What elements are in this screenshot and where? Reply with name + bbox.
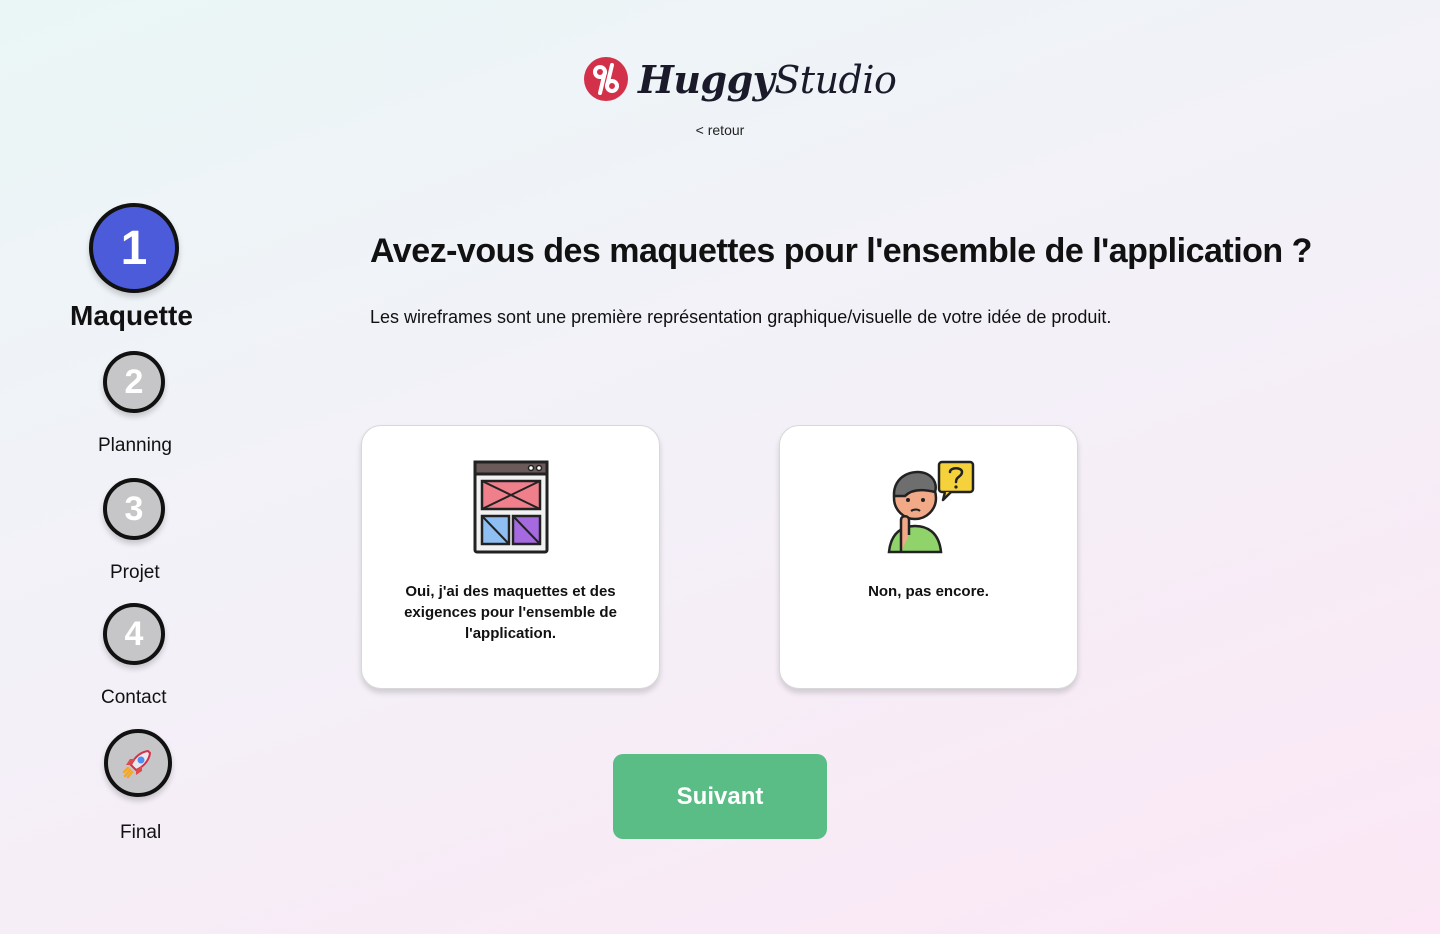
back-link[interactable]: < retour [0, 122, 1440, 138]
step-label-maquette: Maquette [70, 300, 193, 331]
option-card-yes[interactable]: Oui, j'ai des maquettes et des exigences… [361, 425, 660, 689]
logo-text-light: Studio [774, 57, 897, 102]
logo-text-bold: Huggy [638, 56, 775, 102]
step-number-2: 2 [103, 351, 165, 413]
rocket-icon [122, 749, 152, 779]
logo-text: HuggyStudio [638, 56, 897, 102]
next-button[interactable]: Suivant [613, 754, 827, 839]
question-title: Avez-vous des maquettes pour l'ensemble … [370, 232, 1312, 270]
logo-mark-icon [584, 57, 628, 101]
step-planning[interactable]: 2 [103, 351, 165, 413]
logo: HuggyStudio [584, 52, 897, 106]
step-label-final: Final [120, 822, 162, 843]
option-text-no: Non, pas encore. [868, 583, 989, 600]
step-label-projet: Projet [110, 562, 160, 583]
option-text-yes: Oui, j'ai des maquettes et des exigences… [404, 583, 617, 642]
step-final-circle [104, 729, 172, 797]
step-final[interactable] [104, 729, 172, 797]
step-maquette[interactable]: 1 [89, 203, 179, 293]
question-subtitle: Les wireframes sont une première représe… [370, 307, 1112, 327]
step-label-planning: Planning [98, 435, 172, 456]
step-contact[interactable]: 4 [103, 603, 165, 665]
wireframe-icon [473, 460, 548, 554]
step-number-4: 4 [103, 603, 165, 665]
step-label-contact: Contact [101, 687, 167, 708]
option-card-no[interactable]: Non, pas encore. [779, 425, 1078, 689]
step-number-3: 3 [103, 478, 165, 540]
step-projet[interactable]: 3 [103, 478, 165, 540]
thinking-person-icon [887, 460, 974, 554]
step-number-1: 1 [89, 203, 179, 293]
